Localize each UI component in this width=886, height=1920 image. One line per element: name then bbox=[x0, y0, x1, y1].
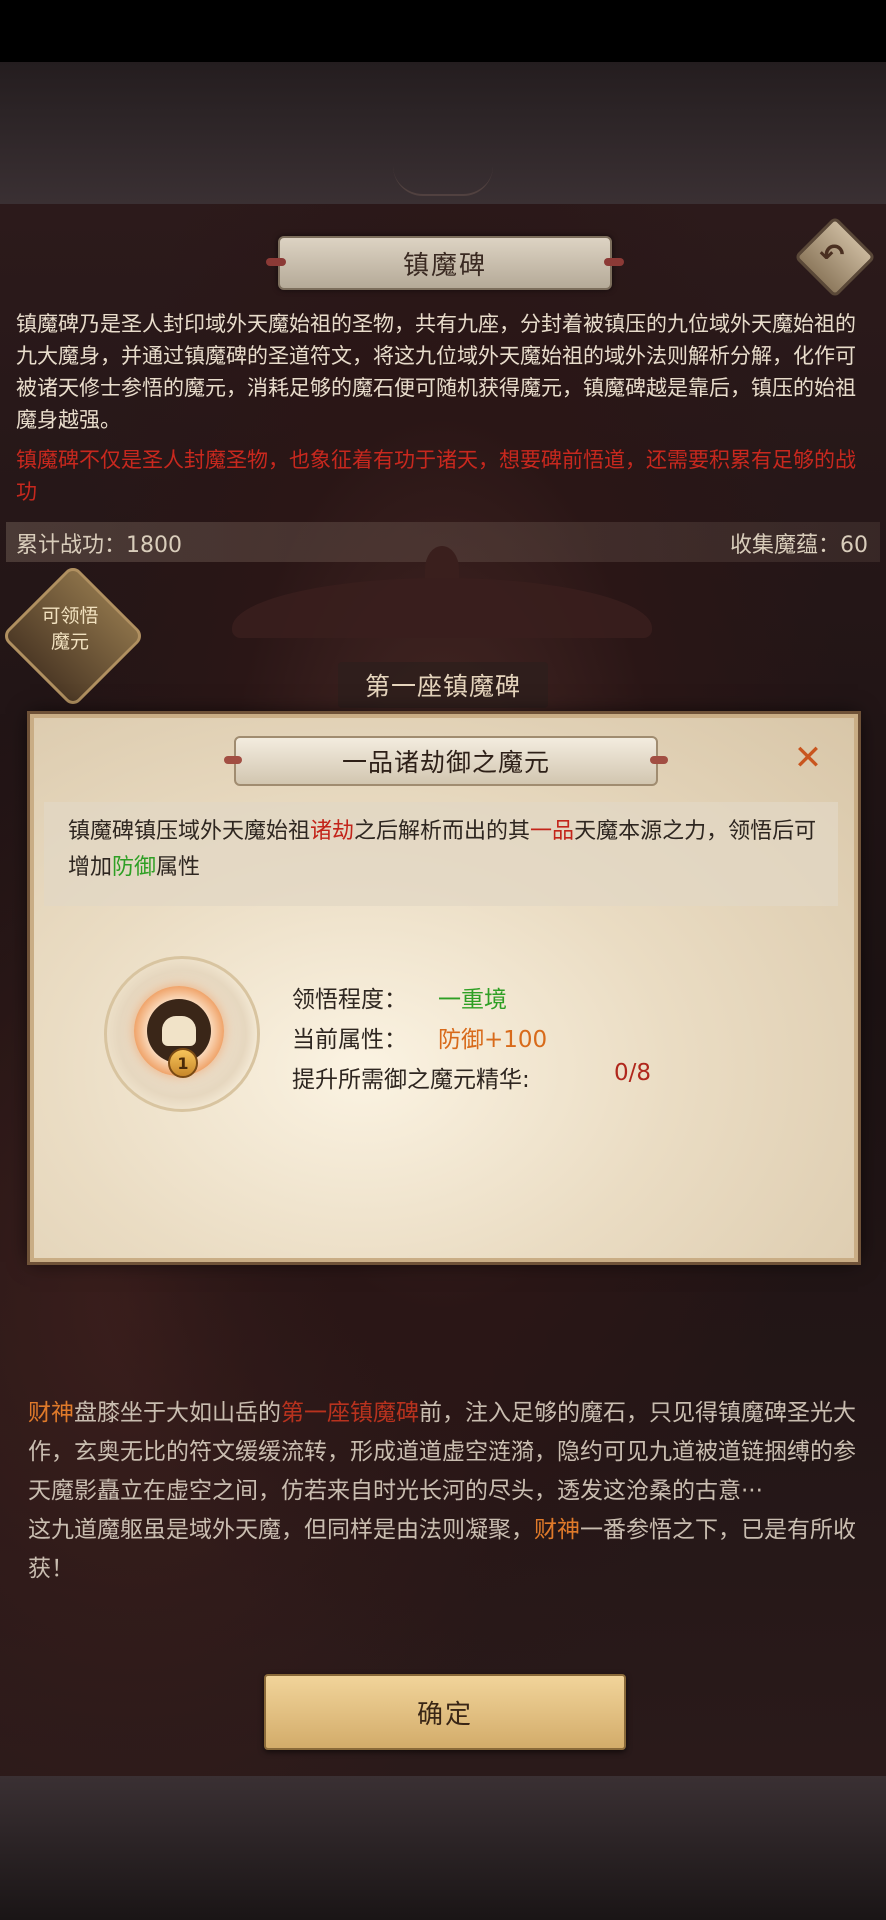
description-text: 镇魔碑镇压域外天魔始祖诸劫之后解析而出的其一品天魔本源之力，领悟后可增加防御属性 bbox=[68, 814, 828, 886]
description-box: 镇魔碑镇压域外天魔始祖诸劫之后解析而出的其一品天魔本源之力，领悟后可增加防御属性 bbox=[44, 802, 838, 906]
story-text: 财神盘膝坐于大如山岳的第一座镇魔碑前，注入足够的魔石，只见得镇魔碑圣光大作，玄奥… bbox=[28, 1394, 876, 1589]
desc-highlight-3: 防御 bbox=[112, 855, 157, 880]
merit-value: 1800 bbox=[126, 533, 183, 558]
current-attr-value: 防御+100 bbox=[438, 1027, 548, 1053]
plaque-cap-right bbox=[604, 258, 624, 266]
close-x-icon[interactable]: ✕ bbox=[788, 738, 828, 778]
comprehend-line-2: 魔元 bbox=[50, 631, 89, 653]
story-part-2: 盘膝坐于大如山岳的 bbox=[74, 1400, 281, 1426]
story-name-1: 财神 bbox=[28, 1400, 74, 1426]
required-essence-label: 提升所需御之魔元精华: bbox=[292, 1067, 530, 1093]
merit-label: 累计战功： bbox=[16, 533, 127, 558]
comprehension-label: 领悟程度： bbox=[292, 987, 407, 1013]
page-title: 镇魔碑 bbox=[402, 250, 487, 281]
confirm-button[interactable]: 确定 bbox=[264, 1674, 626, 1750]
story-part-5: 这九道魔躯虽是域外天魔，但同样是由法则凝聚， bbox=[28, 1517, 534, 1543]
modal-title-plaque: 一品诸劫御之魔元 bbox=[224, 736, 668, 786]
desc-part-4: 属性 bbox=[156, 855, 201, 880]
story-stele-name: 第一座镇魔碑 bbox=[281, 1400, 419, 1426]
modal-title: 一品诸劫御之魔元 bbox=[341, 748, 550, 777]
stele-name: 第一座镇魔碑 bbox=[364, 672, 521, 701]
helmet-icon bbox=[162, 1016, 196, 1046]
desc-highlight-1: 诸劫 bbox=[310, 819, 355, 844]
stele-banner: 第一座镇魔碑 bbox=[338, 662, 548, 708]
current-attr-label: 当前属性： bbox=[292, 1027, 407, 1053]
desc-part-1: 镇魔碑镇压域外天魔始祖 bbox=[68, 819, 311, 844]
title-plaque: 镇魔碑 bbox=[266, 236, 624, 290]
intro-warning-text: 镇魔碑不仅是圣人封魔圣物，也象征着有功于诸天，想要碑前悟道，还需要积累有足够的战… bbox=[16, 448, 856, 504]
comprehend-line-1: 可领悟 bbox=[41, 605, 99, 627]
intro-text: 镇魔碑乃是圣人封印域外天魔始祖的圣物，共有九座，分封着被镇压的九位域外天魔始祖的… bbox=[16, 312, 856, 432]
comprehension-value: 一重境 bbox=[438, 987, 507, 1013]
demon-essence-modal: 一品诸劫御之魔元 ✕ 镇魔碑镇压域外天魔始祖诸劫之后解析而出的其一品天魔本源之力… bbox=[30, 714, 858, 1262]
comprehend-badge-label[interactable]: 可领悟 魔元 bbox=[24, 603, 116, 655]
story-name-2: 财神 bbox=[534, 1517, 580, 1543]
bottom-frame bbox=[0, 1776, 886, 1920]
status-bar bbox=[0, 0, 886, 62]
top-frame-ornament bbox=[393, 166, 493, 196]
level-badge: 1 bbox=[168, 1048, 198, 1078]
required-essence-value: 0/8 bbox=[614, 1060, 652, 1086]
merit-stat: 累计战功：1800 bbox=[16, 527, 182, 559]
confirm-label: 确定 bbox=[416, 1699, 473, 1730]
back-arrow-icon[interactable]: ↶ bbox=[812, 236, 852, 274]
desc-highlight-2: 一品 bbox=[530, 819, 575, 844]
modal-plaque-cap-left bbox=[224, 756, 242, 764]
collected-stat: 收集魔蕴：60 bbox=[730, 527, 868, 559]
desc-part-2: 之后解析而出的其 bbox=[354, 819, 531, 844]
modal-plaque-cap-right bbox=[650, 756, 668, 764]
collected-label: 收集魔蕴： bbox=[729, 533, 840, 558]
collected-value: 60 bbox=[840, 533, 868, 558]
plaque-cap-left bbox=[266, 258, 286, 266]
